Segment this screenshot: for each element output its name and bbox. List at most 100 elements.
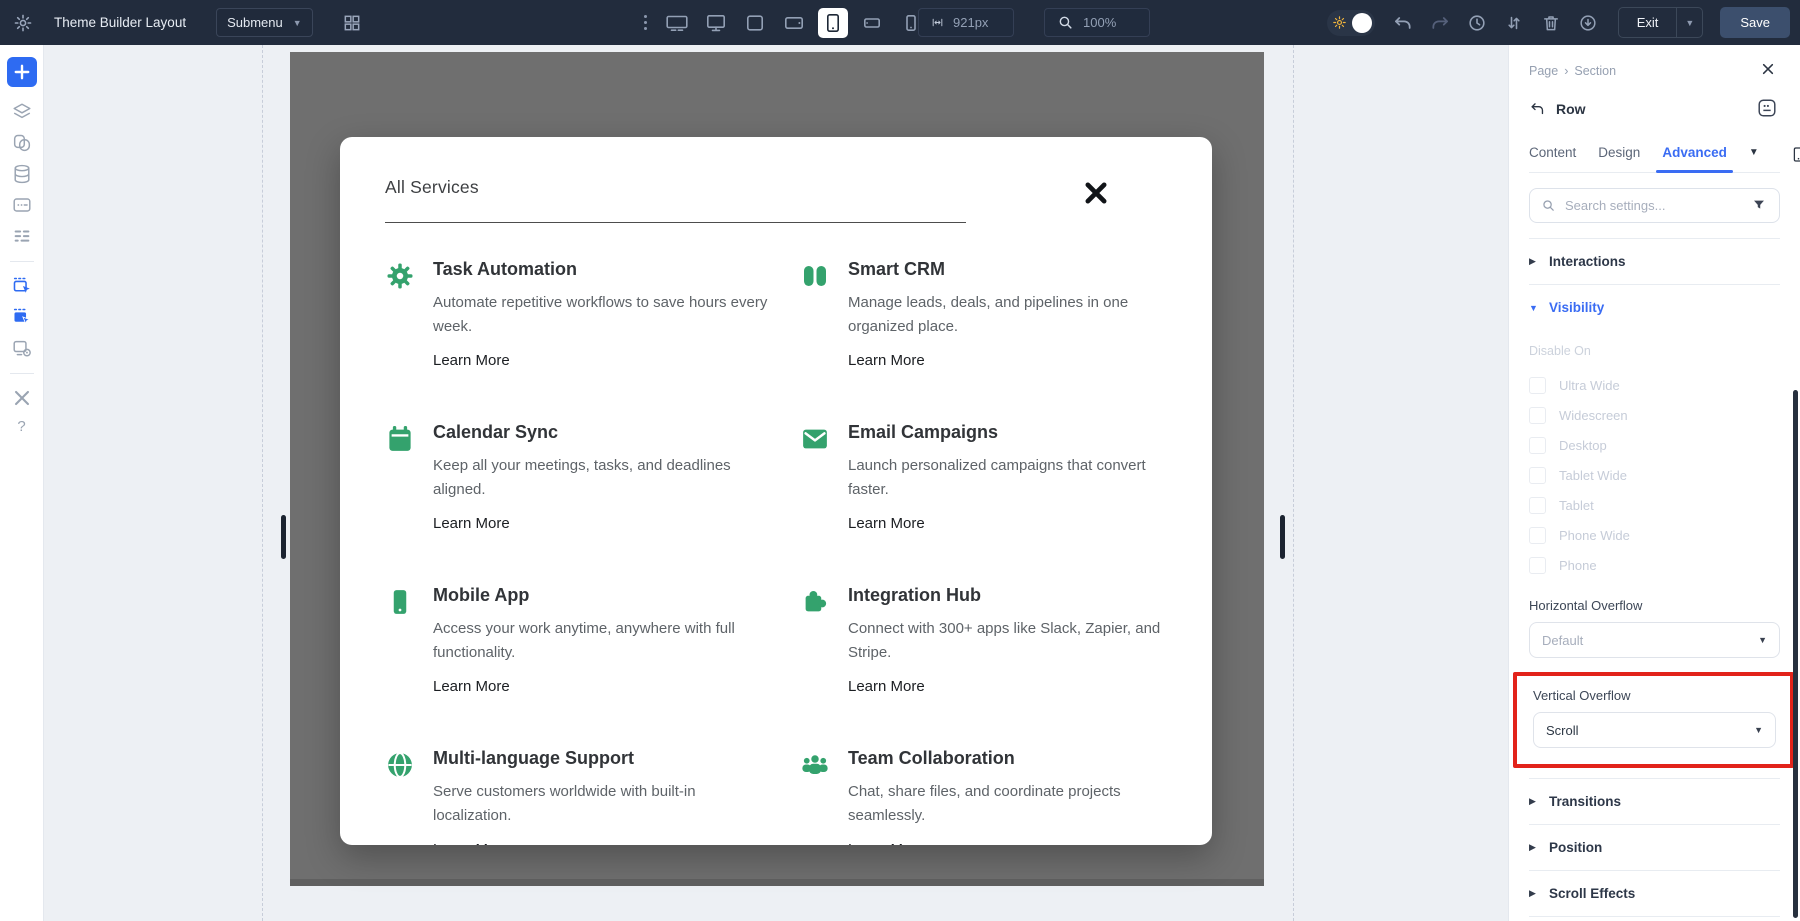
close-panel-icon[interactable] <box>1760 61 1780 81</box>
monitor-uw-icon[interactable] <box>662 8 692 38</box>
insert-icon[interactable] <box>7 271 37 301</box>
learn-more-link[interactable]: Learn More <box>433 678 510 695</box>
gear-icon <box>385 259 417 370</box>
learn-more-link[interactable]: Learn More <box>848 352 925 369</box>
theme-toggle[interactable] <box>1327 10 1375 36</box>
chevron-down-icon: ▼ <box>1754 725 1763 735</box>
service-description: Connect with 300+ apps like Slack, Zapie… <box>848 617 1183 665</box>
layout-guide-left <box>262 45 263 921</box>
submenu-dropdown[interactable]: Submenu ▼ <box>216 8 313 37</box>
toggle-knob <box>1352 13 1372 33</box>
card-icon[interactable] <box>7 190 37 220</box>
service-card: Team Collaboration Chat, share files, an… <box>800 748 1212 845</box>
left-toolbar: ? <box>0 45 44 921</box>
redo-icon[interactable] <box>1425 8 1455 38</box>
back-arrow-icon[interactable] <box>1529 100 1547 118</box>
width-arrows-icon <box>931 14 944 31</box>
layout-title: Theme Builder Layout <box>54 15 186 30</box>
settings-gear-icon[interactable] <box>12 12 34 34</box>
zoom-control[interactable]: 100% <box>1044 8 1150 37</box>
service-card: Email Campaigns Launch personalized camp… <box>800 422 1212 533</box>
brain-icon <box>800 259 832 370</box>
settings-panel: Page › Section Row Content Design Advanc… <box>1508 45 1800 921</box>
resize-handle-right[interactable] <box>1280 515 1285 559</box>
tools-icon[interactable] <box>7 383 37 413</box>
close-icon[interactable] <box>1082 179 1112 209</box>
undo-icon[interactable] <box>1388 8 1418 38</box>
monitor-icon[interactable] <box>701 8 731 38</box>
all-services-popup: All Services Task Automation Automate re… <box>340 137 1212 845</box>
accordion-header[interactable]: ▶ Scroll Effects <box>1529 871 1780 917</box>
tablet-landscape-icon[interactable] <box>779 8 809 38</box>
responsive-mode-tablet-icon[interactable] <box>1789 145 1800 165</box>
service-title: Smart CRM <box>848 259 1183 280</box>
disable-on-option: Desktop <box>1529 430 1780 460</box>
learn-more-link[interactable]: Learn More <box>848 515 925 532</box>
kebab-menu-icon[interactable] <box>638 15 653 30</box>
breadcrumb-section[interactable]: Section <box>1574 64 1616 78</box>
service-description: Launch personalized campaigns that conve… <box>848 454 1183 502</box>
exit-button[interactable]: Exit <box>1619 8 1677 37</box>
scrollbar-thumb[interactable] <box>1793 390 1798 918</box>
settings-tabs: Content Design Advanced ▼ <box>1529 137 1780 173</box>
resize-handle-left[interactable] <box>281 515 286 559</box>
breadcrumb-page[interactable]: Page <box>1529 64 1558 78</box>
filter-funnel-icon[interactable] <box>1752 198 1768 214</box>
accordion-header[interactable]: ▶ Transitions <box>1529 779 1780 825</box>
service-description: Serve customers worldwide with built-in … <box>433 780 768 828</box>
list-icon[interactable] <box>7 221 37 251</box>
width-value-field[interactable] <box>953 15 1001 30</box>
vertical-overflow-label: Vertical Overflow <box>1533 688 1776 703</box>
service-description: Chat, share files, and coordinate projec… <box>848 780 1183 828</box>
tabs-chevron-icon[interactable]: ▼ <box>1749 147 1759 162</box>
clock-icon[interactable] <box>1462 8 1492 38</box>
divider <box>10 373 34 374</box>
layers-icon[interactable] <box>7 97 37 127</box>
highlight-annotation: Vertical Overflow Scroll ▼ <box>1513 672 1794 768</box>
checkbox <box>1529 377 1546 394</box>
trash-icon[interactable] <box>1536 8 1566 38</box>
element-label: Row <box>1556 101 1586 117</box>
settings-tab[interactable]: Advanced <box>1662 137 1727 172</box>
accordion-header[interactable]: ▶ Interactions <box>1529 239 1780 285</box>
popup-title-underline: All Services <box>385 177 966 223</box>
breadcrumb: Page › Section <box>1529 64 1616 78</box>
chevron-down-icon: ▼ <box>1758 635 1767 645</box>
insert2-icon[interactable] <box>7 302 37 332</box>
accordion-header-visibility[interactable]: ▼ Visibility <box>1529 285 1780 330</box>
search-input[interactable] <box>1565 198 1744 213</box>
laptop-icon[interactable] <box>740 8 770 38</box>
service-description: Keep all your meetings, tasks, and deadl… <box>433 454 768 502</box>
settings-tab[interactable]: Content <box>1529 137 1576 172</box>
row-options-icon[interactable] <box>1756 97 1780 121</box>
accordion-header[interactable]: ▶ Position <box>1529 825 1780 871</box>
help-icon[interactable]: ? <box>17 418 25 435</box>
horizontal-overflow-select[interactable]: Default ▼ <box>1529 622 1780 658</box>
layout-grid-icon[interactable] <box>341 12 363 34</box>
settings-tab[interactable]: Design <box>1598 137 1640 172</box>
tablet-icon[interactable] <box>818 8 848 38</box>
learn-more-link[interactable]: Learn More <box>433 841 510 845</box>
exit-chevron-icon[interactable]: ▼ <box>1676 8 1702 37</box>
save-button[interactable]: Save <box>1720 7 1790 38</box>
plus-icon[interactable] <box>7 57 37 87</box>
service-description: Automate repetitive workflows to save ho… <box>433 291 768 339</box>
import-icon[interactable] <box>1573 8 1603 38</box>
vertical-overflow-select[interactable]: Scroll ▼ <box>1533 712 1776 748</box>
settings-search <box>1529 188 1780 223</box>
widgets-icon[interactable] <box>7 333 37 363</box>
updown-icon[interactable] <box>1499 8 1529 38</box>
learn-more-link[interactable]: Learn More <box>848 841 925 845</box>
learn-more-link[interactable]: Learn More <box>433 352 510 369</box>
learn-more-link[interactable]: Learn More <box>848 678 925 695</box>
shapes-icon[interactable] <box>7 128 37 158</box>
phone-landscape-icon[interactable] <box>857 8 887 38</box>
service-title: Email Campaigns <box>848 422 1183 443</box>
learn-more-link[interactable]: Learn More <box>433 515 510 532</box>
disable-on-option: Ultra Wide <box>1529 370 1780 400</box>
chevron-right-icon: ▶ <box>1529 842 1538 853</box>
horizontal-overflow-label: Horizontal Overflow <box>1529 598 1780 613</box>
search-icon <box>1541 198 1557 214</box>
canvas-width-input[interactable] <box>918 8 1014 37</box>
db-icon[interactable] <box>7 159 37 189</box>
